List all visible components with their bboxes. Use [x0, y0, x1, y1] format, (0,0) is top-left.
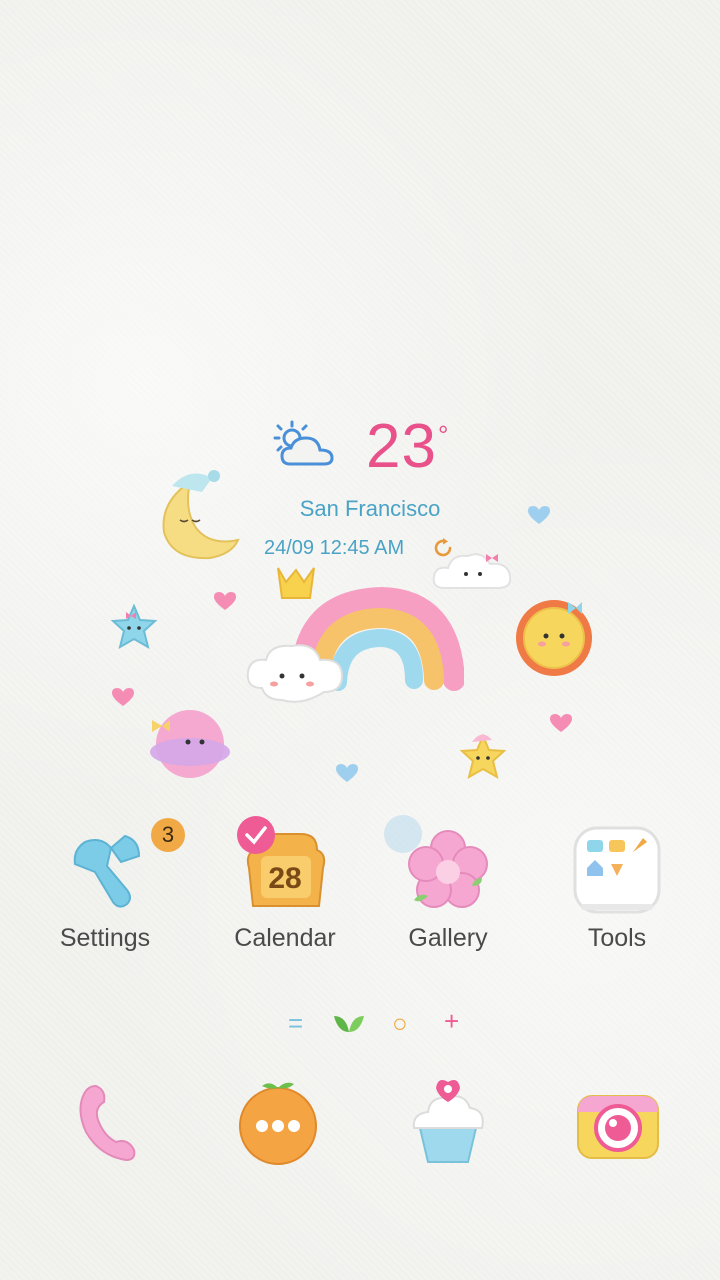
app-label: Calendar	[234, 924, 336, 952]
app-label: Settings	[59, 924, 151, 952]
sun-icon	[516, 600, 592, 676]
camera-icon	[577, 1095, 659, 1159]
date-time: 24/09 12:45 AM	[264, 537, 405, 559]
heart-decoration	[112, 688, 134, 706]
wrench-icon: 3	[55, 818, 185, 920]
app-tools[interactable]: Tools	[542, 820, 692, 953]
app-label: Gallery	[408, 924, 488, 952]
calendar-icon: 28	[235, 816, 335, 920]
orange-chat-icon	[239, 1082, 317, 1165]
planet-icon	[150, 710, 230, 778]
heart-decoration	[528, 506, 550, 524]
rainbow-icon	[246, 567, 464, 703]
check-badge	[237, 816, 275, 854]
phone-icon	[79, 1084, 136, 1162]
star-icon	[110, 603, 158, 650]
small-star-icon	[459, 733, 507, 780]
app-label: Tools	[587, 924, 647, 952]
cupcake-icon	[412, 1080, 484, 1163]
heart-decoration	[336, 764, 358, 782]
folder-icon	[567, 820, 667, 920]
partly-cloudy-icon[interactable]	[270, 418, 340, 472]
degree-symbol: °	[438, 420, 449, 450]
app-calendar[interactable]: 28 Calendar	[210, 816, 360, 953]
heart-decoration	[550, 714, 572, 732]
app-gallery[interactable]: Gallery	[373, 820, 523, 953]
city-name[interactable]: San Francisco	[260, 496, 480, 522]
page-indicator[interactable]: ○	[392, 1010, 408, 1036]
app-settings[interactable]: 3 Settings	[30, 818, 185, 953]
leaf-icon[interactable]	[332, 1010, 366, 1034]
messages-app[interactable]	[228, 1072, 328, 1172]
menu-icon[interactable]: =	[288, 1010, 303, 1036]
calendar-day: 28	[268, 862, 302, 895]
add-page-icon[interactable]: +	[444, 1008, 459, 1034]
internet-app[interactable]	[398, 1072, 498, 1172]
phone-app[interactable]	[56, 1072, 156, 1172]
temperature[interactable]: 23	[366, 416, 437, 478]
heart-decoration	[214, 592, 236, 610]
camera-app[interactable]	[568, 1072, 668, 1172]
notification-badge: 3	[151, 818, 185, 852]
flower-icon	[398, 820, 498, 920]
moon-icon	[162, 470, 240, 560]
